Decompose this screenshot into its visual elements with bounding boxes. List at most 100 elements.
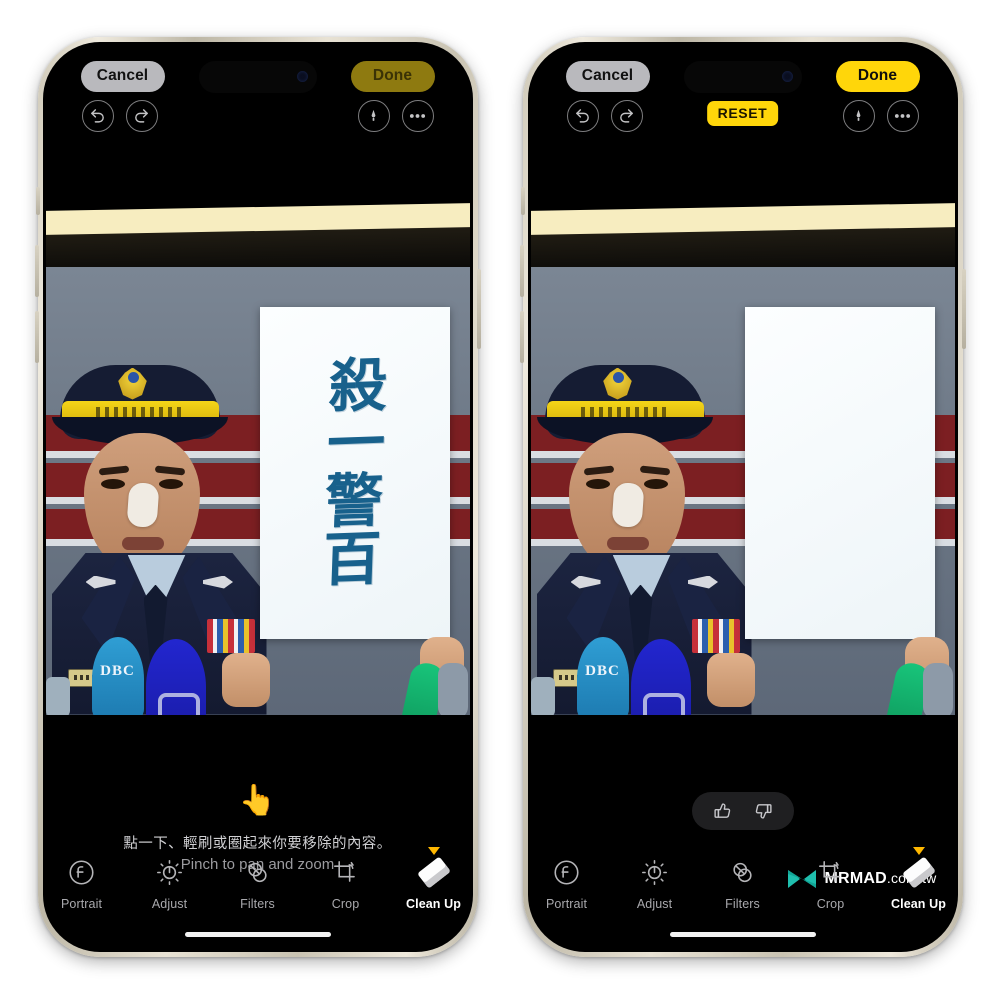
photo-viewport-right[interactable]: DBC <box>530 154 955 780</box>
portrait-f-icon <box>68 856 95 890</box>
tool-portrait[interactable]: Portrait <box>536 856 598 911</box>
silent-switch[interactable] <box>35 186 40 215</box>
officer-face <box>83 432 200 571</box>
nose-bandage <box>611 481 644 528</box>
adjust-dial-icon <box>156 856 183 890</box>
sign-calligraphy: 殺 一 警 百 <box>254 303 455 642</box>
tool-crop[interactable]: Crop <box>315 856 377 911</box>
eyebrow-right <box>639 464 670 476</box>
done-button[interactable]: Done <box>835 60 920 92</box>
editor-topbar-left: Cancel Done <box>46 45 470 155</box>
service-ribbons <box>206 618 255 653</box>
cancel-button[interactable]: Cancel <box>565 60 650 92</box>
sign-calligraphy-removed <box>739 303 940 642</box>
thumbs-up-icon[interactable] <box>712 800 734 822</box>
cancel-button[interactable]: Cancel <box>80 60 165 92</box>
nose-bandage <box>126 481 159 528</box>
microphone-grey <box>437 662 468 715</box>
editor-icon-row: RESET <box>531 99 955 142</box>
active-tool-marker-icon <box>427 846 440 855</box>
power-button[interactable] <box>961 268 966 349</box>
editor-icon-row <box>46 99 470 142</box>
microphone-grey <box>922 662 953 715</box>
more-ellipsis-icon[interactable] <box>401 99 434 132</box>
tool-clean-up[interactable]: Clean Up <box>403 846 465 911</box>
tool-label: Crop <box>816 896 845 911</box>
tool-label: Portrait <box>60 896 103 911</box>
active-tool-marker-icon <box>912 846 925 855</box>
tool-crop[interactable]: Crop <box>800 856 862 911</box>
photo-content-right: DBC <box>530 266 955 715</box>
tool-label: Adjust <box>636 896 673 911</box>
silent-switch[interactable] <box>520 186 525 215</box>
sign-char: 一 <box>325 407 386 478</box>
redo-icon[interactable] <box>125 99 158 132</box>
reset-button[interactable]: RESET <box>706 100 779 126</box>
device-bezel: Cancel Done 殺 一 警 百 DBC 👆 點一下、輕刷或圈起來你要移除… <box>42 41 473 952</box>
home-indicator[interactable] <box>184 931 331 937</box>
eraser-icon <box>416 856 451 890</box>
iphone-device-left: Cancel Done 殺 一 警 百 DBC 👆 點一下、輕刷或圈起來你要移除… <box>34 36 481 957</box>
microphone-small <box>45 676 70 715</box>
volume-up-button[interactable] <box>519 244 524 297</box>
sign-char: 百 <box>321 523 382 594</box>
iphone-device-right: Cancel Done RESET DBC MRMAD Portrait Adj… <box>519 36 966 957</box>
device-bezel: Cancel Done RESET DBC MRMAD Portrait Adj… <box>527 41 958 952</box>
tool-label: Portrait <box>545 896 588 911</box>
adjust-dial-icon <box>641 856 668 890</box>
microphone-chevron-icon <box>157 692 200 715</box>
tool-adjust[interactable]: Adjust <box>624 856 686 911</box>
eye-left <box>585 478 610 489</box>
redo-icon[interactable] <box>610 99 643 132</box>
crop-icon <box>817 856 844 890</box>
done-button[interactable]: Done <box>350 60 435 92</box>
volume-down-button[interactable] <box>519 310 524 363</box>
filters-circles-icon <box>729 856 756 890</box>
undo-icon[interactable] <box>566 99 599 132</box>
tool-label: Clean Up <box>406 896 461 911</box>
hand-left <box>221 652 270 707</box>
tool-clean-up[interactable]: Clean Up <box>888 846 950 911</box>
editor-topbar-right: Cancel Done RESET <box>531 45 955 155</box>
photo-viewport-left[interactable]: 殺 一 警 百 DBC <box>45 154 470 780</box>
portrait-f-icon <box>553 856 580 890</box>
mouth <box>121 536 164 550</box>
filters-circles-icon <box>244 856 271 890</box>
screenshot-stage: Cancel Done 殺 一 警 百 DBC 👆 點一下、輕刷或圈起來你要移除… <box>0 0 1000 993</box>
tool-portrait[interactable]: Portrait <box>51 856 113 911</box>
more-ellipsis-icon[interactable] <box>886 99 919 132</box>
eraser-icon <box>901 856 936 890</box>
tool-adjust[interactable]: Adjust <box>139 856 201 911</box>
markup-pen-icon[interactable] <box>842 99 875 132</box>
home-indicator[interactable] <box>669 931 816 937</box>
editor-toolbar-right: Portrait Adjust Filters Crop Clean Up <box>531 843 955 911</box>
service-ribbons <box>691 618 740 653</box>
mouth <box>606 536 649 550</box>
microphone-dbc: DBC <box>576 636 629 715</box>
sign-char: 警 <box>323 465 384 536</box>
feedback-pill[interactable] <box>691 791 794 830</box>
markup-pen-icon[interactable] <box>357 99 390 132</box>
volume-down-button[interactable] <box>34 310 39 363</box>
microphone-label: DBC <box>585 662 620 679</box>
microphone-small <box>530 676 555 715</box>
power-button[interactable] <box>476 268 481 349</box>
screen-right: Cancel Done RESET DBC MRMAD Portrait Adj… <box>530 44 955 949</box>
eye-right <box>643 478 668 489</box>
photo-content-left: 殺 一 警 百 DBC <box>45 266 470 715</box>
undo-icon[interactable] <box>81 99 114 132</box>
tool-filters[interactable]: Filters <box>227 856 289 911</box>
cap-badge-center <box>612 371 624 383</box>
editor-toolbar-left: Portrait Adjust Filters Crop Clean Up <box>46 843 470 911</box>
hand-tap-icon: 👆 <box>238 783 277 817</box>
microphone-label: DBC <box>100 662 135 679</box>
eye-left <box>100 478 125 489</box>
tool-filters[interactable]: Filters <box>712 856 774 911</box>
eyebrow-left <box>98 464 129 476</box>
sign-char: 殺 <box>327 349 388 421</box>
volume-up-button[interactable] <box>34 244 39 297</box>
cap-badge-center <box>127 371 139 383</box>
white-sign-board-cleaned <box>744 306 935 639</box>
thumbs-down-icon[interactable] <box>752 800 774 822</box>
eyebrow-left <box>583 464 614 476</box>
